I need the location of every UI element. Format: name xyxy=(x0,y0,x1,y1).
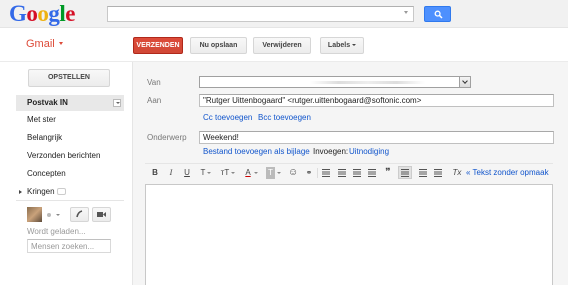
video-button[interactable] xyxy=(92,207,111,222)
text-color-button[interactable]: A xyxy=(244,167,252,179)
sidebar-item-sent[interactable]: Verzonden berichten xyxy=(16,148,124,164)
chevron-down-icon xyxy=(231,172,235,174)
message-body[interactable] xyxy=(145,184,553,285)
sidebar-item-starred[interactable]: Met ster xyxy=(16,112,124,128)
top-bar: Google xyxy=(0,0,568,28)
chevron-down-icon[interactable] xyxy=(56,214,60,216)
status-icon[interactable] xyxy=(47,213,51,217)
video-icon xyxy=(97,212,106,217)
subject-field[interactable]: Weekend! xyxy=(199,131,554,144)
sidebar-item-inbox[interactable]: Postvak IN xyxy=(16,95,124,111)
plain-text-link[interactable]: « Tekst zonder opmaak xyxy=(466,168,549,177)
from-select[interactable] xyxy=(199,76,471,88)
chevron-down-icon xyxy=(459,77,470,87)
divider xyxy=(16,200,124,201)
to-label: Aan xyxy=(147,96,162,105)
attach-file-link[interactable]: Bestand toevoegen als bijlage xyxy=(203,147,310,156)
from-value xyxy=(310,81,425,84)
align-right-icon[interactable] xyxy=(434,169,442,177)
clear-formatting-button[interactable]: Tx xyxy=(451,167,463,179)
add-cc-link[interactable]: Cc toevoegen xyxy=(203,113,252,122)
google-logo[interactable]: Google xyxy=(9,1,75,27)
gmail-title: Gmail xyxy=(26,38,55,50)
insert-invitation-link[interactable]: Uitnodiging xyxy=(349,147,389,156)
chevron-down-icon xyxy=(254,172,258,174)
chat-loading-text: Wordt geladen... xyxy=(27,227,86,236)
align-center-icon[interactable] xyxy=(419,169,427,177)
indent-icon[interactable] xyxy=(368,169,376,177)
underline-button[interactable]: U xyxy=(183,167,191,179)
divider xyxy=(145,163,553,164)
compose-button[interactable]: OPSTELLEN xyxy=(28,69,110,87)
save-button[interactable]: Nu opslaan xyxy=(190,37,247,54)
chevron-down-icon xyxy=(207,172,211,174)
quote-button[interactable]: ❞ xyxy=(383,167,393,179)
font-button[interactable]: T xyxy=(199,167,207,179)
call-button[interactable] xyxy=(70,207,89,222)
labels-button[interactable]: Labels xyxy=(320,37,364,54)
bulleted-list-icon[interactable] xyxy=(338,169,346,177)
send-button[interactable]: VERZENDEN xyxy=(133,37,183,54)
insert-link-button[interactable]: ⚭ xyxy=(304,167,314,179)
phone-icon xyxy=(76,210,83,218)
subject-label: Onderwerp xyxy=(147,133,187,142)
outdent-icon[interactable] xyxy=(353,169,361,177)
emoticon-button[interactable]: ☺ xyxy=(288,167,298,179)
font-size-button[interactable]: тT xyxy=(220,167,230,179)
discard-button[interactable]: Verwijderen xyxy=(253,37,311,54)
add-bcc-link[interactable]: Bcc toevoegen xyxy=(258,113,311,122)
bold-button[interactable]: B xyxy=(151,167,159,179)
sidebar-item-drafts[interactable]: Concepten xyxy=(16,166,124,182)
to-field[interactable]: "Rutger Uittenbogaard" <rutger.uittenbog… xyxy=(199,94,554,107)
chevron-down-icon xyxy=(58,42,63,45)
people-search-input[interactable] xyxy=(27,239,111,253)
sidebar-item-circles[interactable]: Kringen xyxy=(16,184,124,200)
align-left-icon[interactable] xyxy=(401,169,409,177)
sidebar-item-important[interactable]: Belangrijk xyxy=(16,130,124,146)
highlight-button[interactable]: T xyxy=(266,167,275,179)
search-input[interactable] xyxy=(107,6,414,22)
search-button[interactable] xyxy=(424,6,451,22)
search-icon xyxy=(434,10,443,19)
numbered-list-icon[interactable] xyxy=(322,169,330,177)
italic-button[interactable]: I xyxy=(167,167,175,179)
inbox-options-icon[interactable] xyxy=(113,99,121,107)
circles-icon xyxy=(57,188,66,195)
insert-label: Invoegen: xyxy=(313,147,349,156)
search-options-icon[interactable] xyxy=(404,11,408,14)
from-label: Van xyxy=(147,78,161,87)
chevron-down-icon xyxy=(277,172,281,174)
gmail-menu[interactable]: Gmail xyxy=(26,38,63,50)
avatar[interactable] xyxy=(27,207,42,222)
divider xyxy=(317,168,318,178)
chevron-down-icon xyxy=(352,44,357,46)
